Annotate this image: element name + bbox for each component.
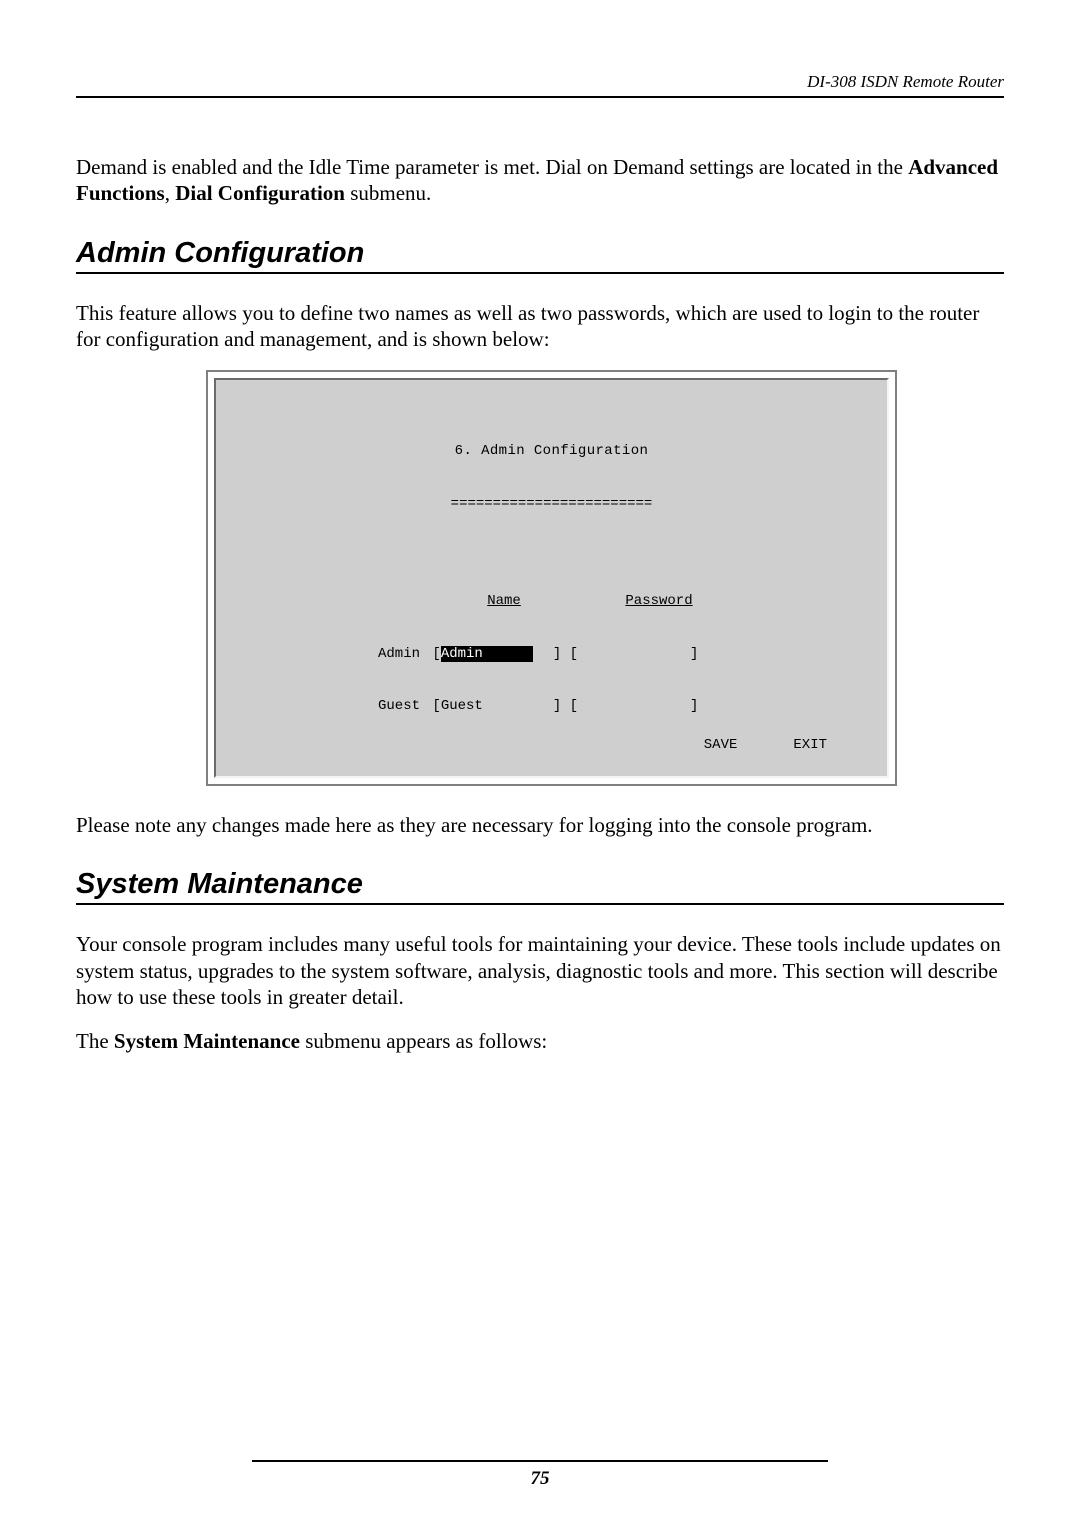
row-label-guest: Guest (370, 698, 424, 716)
content-area: Demand is enabled and the Idle Time para… (76, 98, 1004, 1054)
section-rule-admin (76, 272, 1004, 274)
guest-name-field[interactable]: Guest (441, 698, 553, 716)
section-heading-admin: Admin Configuration (76, 237, 1004, 270)
terminal-screenshot: 6. Admin Configuration =================… (206, 370, 897, 786)
maintenance-paragraph-1: Your console program includes many usefu… (76, 931, 1004, 1010)
intro-bold-2: Dial Configuration (175, 181, 345, 205)
maint-p2-bold: System Maintenance (114, 1029, 300, 1053)
admin-name-field[interactable]: Admin (441, 646, 553, 664)
bracket-close-icon: ] (553, 698, 561, 716)
terminal-title: 6. Admin Configuration (230, 443, 873, 461)
running-header: DI-308 ISDN Remote Router (76, 72, 1004, 92)
footer-rule (252, 1460, 827, 1462)
intro-text-post: submenu. (345, 181, 431, 205)
row-label-admin: Admin (370, 646, 424, 664)
empty-label (370, 593, 424, 611)
maint-p2-post: submenu appears as follows: (300, 1029, 547, 1053)
col-header-password: Password (584, 593, 734, 611)
bracket-close-icon: ] (690, 646, 698, 664)
footer-rule-wrap (76, 1460, 1004, 1462)
admin-password-field[interactable] (578, 646, 690, 664)
terminal-row-guest: Guest [Guest] [] (370, 698, 873, 716)
bracket-close-icon: ] (690, 698, 698, 716)
terminal-actions: SAVE EXIT (704, 737, 827, 755)
maint-p2-pre: The (76, 1029, 114, 1053)
bracket-open-icon: [ (424, 646, 441, 664)
terminal-inner: 6. Admin Configuration =================… (214, 378, 889, 778)
terminal-row-admin: Admin [Admin ] [] (370, 646, 873, 664)
intro-text-pre: Demand is enabled and the Idle Time para… (76, 155, 908, 179)
bracket-close-icon: ] (553, 646, 561, 664)
terminal-header-row: Name Password (370, 593, 873, 611)
bracket-open-icon: [ (561, 646, 578, 664)
intro-paragraph: Demand is enabled and the Idle Time para… (76, 154, 1004, 207)
section-heading-maintenance: System Maintenance (76, 868, 1004, 901)
bracket-open-icon: [ (561, 698, 578, 716)
bracket-open-icon: [ (424, 698, 441, 716)
exit-button[interactable]: EXIT (793, 737, 827, 755)
admin-name-pad (483, 646, 533, 662)
page: DI-308 ISDN Remote Router Demand is enab… (0, 0, 1080, 1528)
intro-sep: , (165, 181, 176, 205)
section-rule-maintenance (76, 903, 1004, 905)
maintenance-paragraph-2: The System Maintenance submenu appears a… (76, 1028, 1004, 1054)
col-header-name: Name (424, 593, 584, 611)
save-button[interactable]: SAVE (704, 737, 738, 755)
admin-paragraph: This feature allows you to define two na… (76, 300, 1004, 353)
page-number: 75 (0, 1468, 1080, 1490)
admin-note: Please note any changes made here as the… (76, 812, 1004, 838)
terminal-divider: ======================== (230, 496, 873, 514)
guest-password-field[interactable] (578, 698, 690, 716)
admin-name-value: Admin (441, 646, 483, 662)
guest-name-value: Guest (441, 698, 483, 714)
